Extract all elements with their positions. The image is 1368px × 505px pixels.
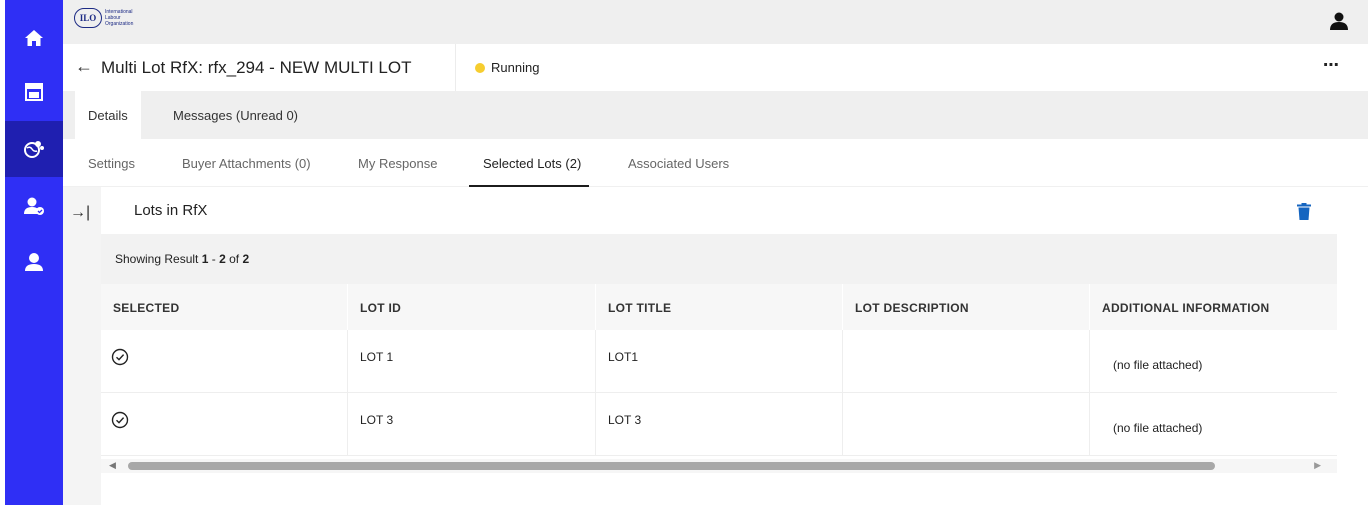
divider: [455, 44, 456, 91]
cell-additional-information: (no file attached): [1113, 421, 1203, 435]
user-menu-button[interactable]: [1330, 12, 1348, 35]
user-check-icon: [24, 197, 44, 215]
panel-title: Lots in RfX: [134, 202, 208, 219]
result-count: Showing Result 1 - 2 of 2: [115, 252, 250, 266]
cell-lot-description: [843, 393, 1090, 456]
tab-my-response[interactable]: My Response: [358, 139, 437, 187]
home-icon: [25, 30, 43, 46]
cell-lot-title: LOT 3: [596, 393, 843, 456]
tab-settings[interactable]: Settings: [88, 139, 135, 187]
result-summary-bar: Showing Result 1 - 2 of 2: [101, 234, 1337, 284]
globe-network-icon: [24, 141, 44, 158]
ilo-logo[interactable]: ILO International Labour Organization: [74, 8, 133, 28]
side-strip: →|: [63, 187, 101, 505]
cell-lot-title: LOT1: [596, 330, 843, 393]
check-circle-icon[interactable]: [111, 411, 129, 429]
cell-additional-information: (no file attached): [1113, 358, 1203, 372]
primary-tabs: Details Messages (Unread 0): [63, 91, 1368, 139]
cell-selected: [101, 393, 348, 456]
page-title: Multi Lot RfX: rfx_294 - NEW MULTI LOT: [101, 58, 412, 77]
column-header-additional-information[interactable]: ADDITIONAL INFORMATION: [1090, 284, 1337, 330]
nav-home[interactable]: [5, 10, 63, 66]
title-bar: ← Multi Lot RfX: rfx_294 - NEW MULTI LOT…: [63, 44, 1368, 91]
user-icon: [25, 253, 43, 271]
lots-panel: Lots in RfX Showing Result 1 - 2 of 2 SE…: [101, 187, 1337, 505]
logo-mark: ILO: [74, 8, 102, 28]
tab-associated-users[interactable]: Associated Users: [628, 139, 729, 187]
secondary-tabs: Settings Buyer Attachments (0) My Respon…: [63, 139, 1368, 187]
delete-button[interactable]: [1297, 203, 1311, 225]
check-circle-icon[interactable]: [111, 348, 129, 366]
status-badge: Running: [491, 60, 540, 75]
cell-lot-description: [843, 330, 1090, 393]
nav-dashboard[interactable]: [5, 64, 63, 120]
table-row[interactable]: LOT 3 LOT 3 (no file attached): [101, 393, 1337, 456]
logo-text: International Labour Organization: [105, 9, 134, 27]
user-icon: [1330, 12, 1348, 30]
cell-lot-id: LOT 3: [348, 393, 596, 456]
nav-profile[interactable]: [5, 234, 63, 290]
status-dot-icon: [475, 63, 485, 73]
scroll-left-arrow-icon[interactable]: ◀: [109, 460, 116, 471]
scrollbar-thumb[interactable]: [128, 462, 1215, 470]
column-header-lot-id[interactable]: LOT ID: [348, 284, 596, 330]
tab-selected-lots[interactable]: Selected Lots (2): [469, 139, 589, 187]
back-button[interactable]: ←: [75, 56, 93, 77]
column-header-lot-title[interactable]: LOT TITLE: [596, 284, 843, 330]
column-header-selected[interactable]: SELECTED: [101, 284, 348, 330]
cell-selected: [101, 330, 348, 393]
column-header-lot-description[interactable]: LOT DESCRIPTION: [843, 284, 1090, 330]
scroll-right-arrow-icon[interactable]: ▶: [1314, 460, 1321, 471]
nav-sourcing[interactable]: [5, 121, 63, 177]
more-options-button[interactable]: ⋯: [1323, 55, 1340, 75]
tab-details[interactable]: Details: [75, 91, 141, 139]
layout-icon: [25, 83, 43, 101]
trash-icon: [1297, 203, 1311, 220]
expand-panel-icon[interactable]: →|: [70, 204, 90, 222]
horizontal-scrollbar[interactable]: ◀ ▶: [101, 459, 1337, 473]
top-header: ILO International Labour Organization: [63, 0, 1368, 44]
table-header: SELECTED LOT ID LOT TITLE LOT DESCRIPTIO…: [101, 284, 1337, 330]
tab-buyer-attachments[interactable]: Buyer Attachments (0): [182, 139, 311, 187]
content-area: →| Lots in RfX Showing Result 1 - 2 of 2…: [63, 187, 1368, 505]
cell-lot-id: LOT 1: [348, 330, 596, 393]
nav-user-approve[interactable]: [5, 178, 63, 234]
tab-messages[interactable]: Messages (Unread 0): [173, 91, 323, 139]
left-navigation: [5, 0, 63, 505]
table-row[interactable]: LOT 1 LOT1 (no file attached): [101, 330, 1337, 393]
